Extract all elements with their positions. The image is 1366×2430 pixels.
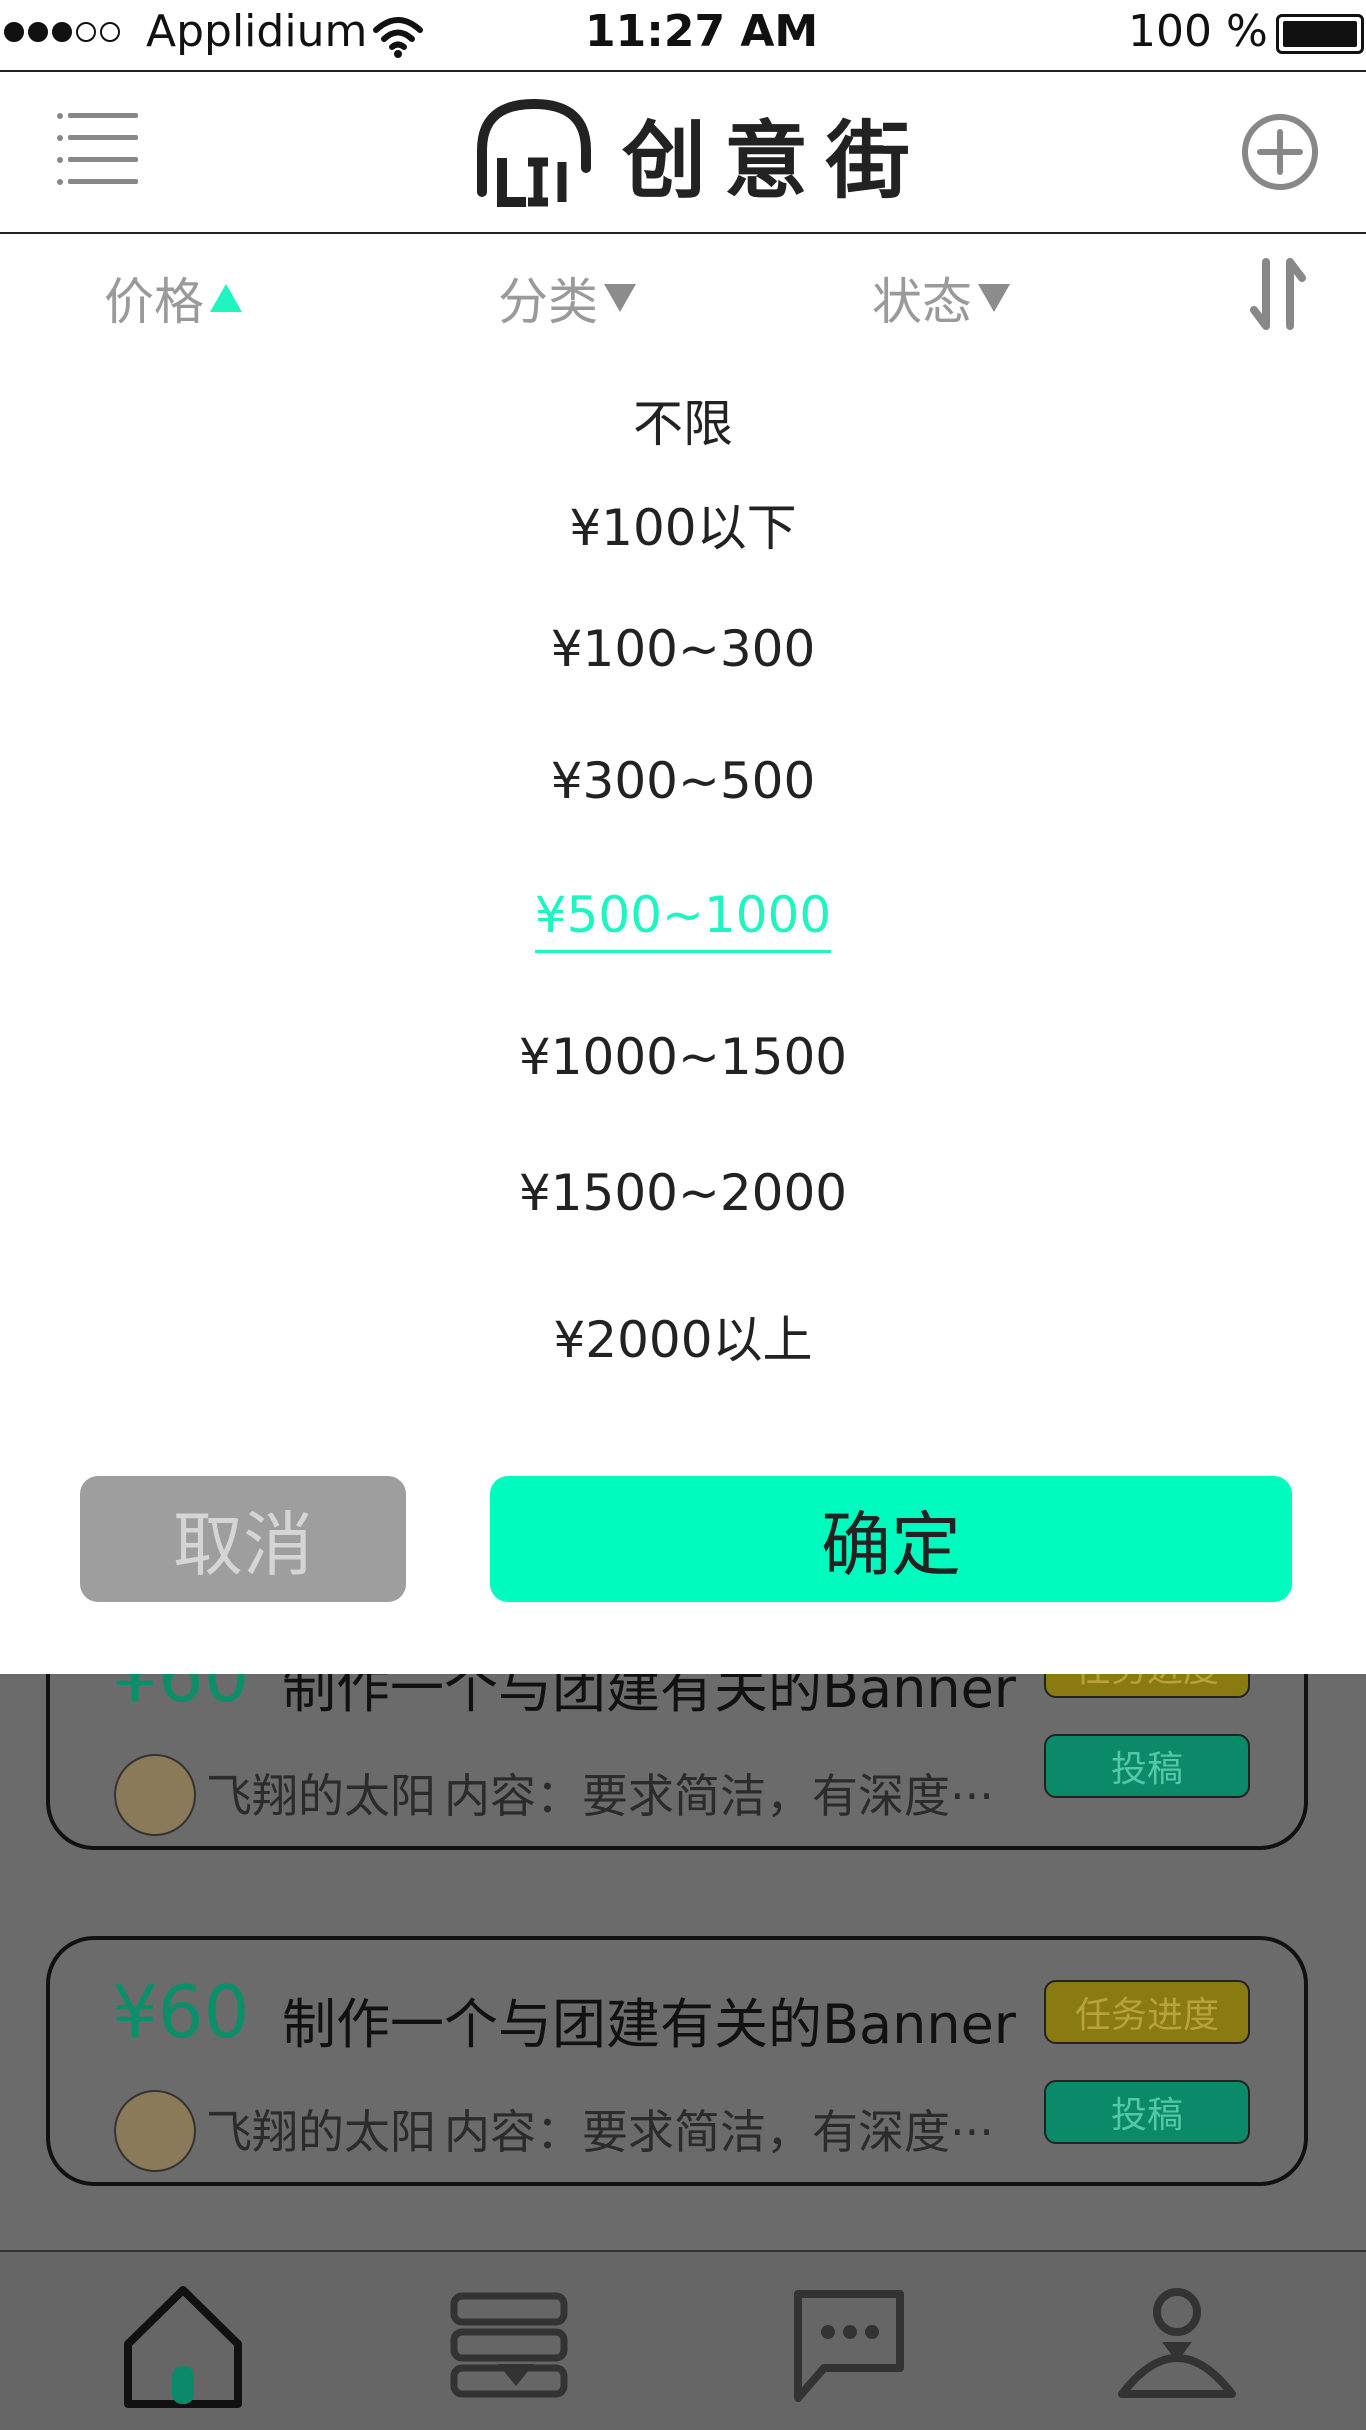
task-card[interactable]: ¥60 制作一个与团建有关的Banner 飞翔的太阳 内容：要求简洁，有深度··…: [46, 1674, 1308, 1850]
task-author: 飞翔的太阳: [206, 2105, 436, 2159]
price-option[interactable]: ¥100~300: [0, 620, 1366, 678]
dimmed-overlay[interactable]: ¥60 制作一个与团建有关的Banner 飞翔的太阳 内容：要求简洁，有深度··…: [0, 1674, 1366, 2430]
home-icon[interactable]: [118, 2282, 248, 2412]
app-logo: 创意街: [472, 96, 928, 212]
price-option[interactable]: ¥2000以上: [0, 1300, 1366, 1372]
task-description: 内容：要求简洁，有深度···: [444, 2105, 994, 2159]
filter-status-label: 状态: [872, 273, 972, 331]
filter-price[interactable]: 价格: [104, 262, 242, 334]
status-time: 11:27 AM: [585, 6, 819, 57]
price-filter-panel: 不限 ¥100以下 ¥100~300 ¥300~500 ¥500~1000 ¥1…: [0, 352, 1366, 1674]
status-bar: Applidium 11:27 AM 100 %: [0, 0, 1366, 72]
cancel-button[interactable]: 取消: [80, 1476, 406, 1602]
price-option-selected[interactable]: ¥500~1000: [0, 886, 1366, 953]
submit-button[interactable]: 投稿: [1044, 2080, 1250, 2144]
filter-bar: 价格 分类 状态: [0, 236, 1366, 352]
chat-icon[interactable]: [784, 2282, 914, 2412]
task-price: ¥60: [112, 1674, 250, 1718]
menu-icon[interactable]: [56, 110, 138, 190]
logo-title: 创意街: [622, 110, 929, 210]
filter-status[interactable]: 状态: [872, 262, 1010, 334]
arrow-down-icon: [978, 284, 1010, 312]
price-option[interactable]: ¥1000~1500: [0, 1028, 1366, 1086]
task-description: 内容：要求简洁，有深度···: [444, 1769, 994, 1823]
bottom-tab-bar: [0, 2250, 1366, 2430]
profile-icon[interactable]: [1112, 2282, 1242, 2412]
task-title: 制作一个与团建有关的Banner: [282, 1674, 1017, 1720]
signal-strength-icon: [4, 22, 120, 42]
price-option[interactable]: ¥100以下: [0, 488, 1366, 560]
battery-percentage: 100 %: [1128, 6, 1268, 57]
books-icon[interactable]: [446, 2282, 576, 2412]
filter-category[interactable]: 分类: [498, 262, 636, 334]
carrier-name: Applidium: [146, 6, 368, 57]
task-title: 制作一个与团建有关的Banner: [282, 1993, 1017, 2056]
price-option[interactable]: ¥300~500: [0, 752, 1366, 810]
task-progress-button[interactable]: 任务进度: [1044, 1674, 1250, 1698]
app-header: 创意街: [0, 72, 1366, 234]
submit-button[interactable]: 投稿: [1044, 1734, 1250, 1798]
sort-icon[interactable]: [1248, 258, 1308, 330]
task-card[interactable]: ¥60 制作一个与团建有关的Banner 飞翔的太阳 内容：要求简洁，有深度··…: [46, 1936, 1308, 2186]
confirm-button[interactable]: 确定: [490, 1476, 1292, 1602]
avatar: [114, 1754, 196, 1836]
task-progress-button[interactable]: 任务进度: [1044, 1980, 1250, 2044]
arrow-up-icon: [210, 284, 242, 312]
battery-icon: [1276, 14, 1364, 54]
filter-category-label: 分类: [498, 273, 598, 331]
logo-icon: [477, 98, 591, 207]
price-option[interactable]: 不限: [0, 384, 1366, 456]
task-price: ¥60: [112, 1970, 250, 2054]
arrow-down-icon: [604, 284, 636, 312]
add-icon[interactable]: [1240, 112, 1320, 192]
filter-price-label: 价格: [104, 273, 204, 331]
wifi-icon: [373, 17, 423, 58]
price-option[interactable]: ¥1500~2000: [0, 1164, 1366, 1222]
avatar: [114, 2090, 196, 2172]
task-author: 飞翔的太阳: [206, 1769, 436, 1823]
